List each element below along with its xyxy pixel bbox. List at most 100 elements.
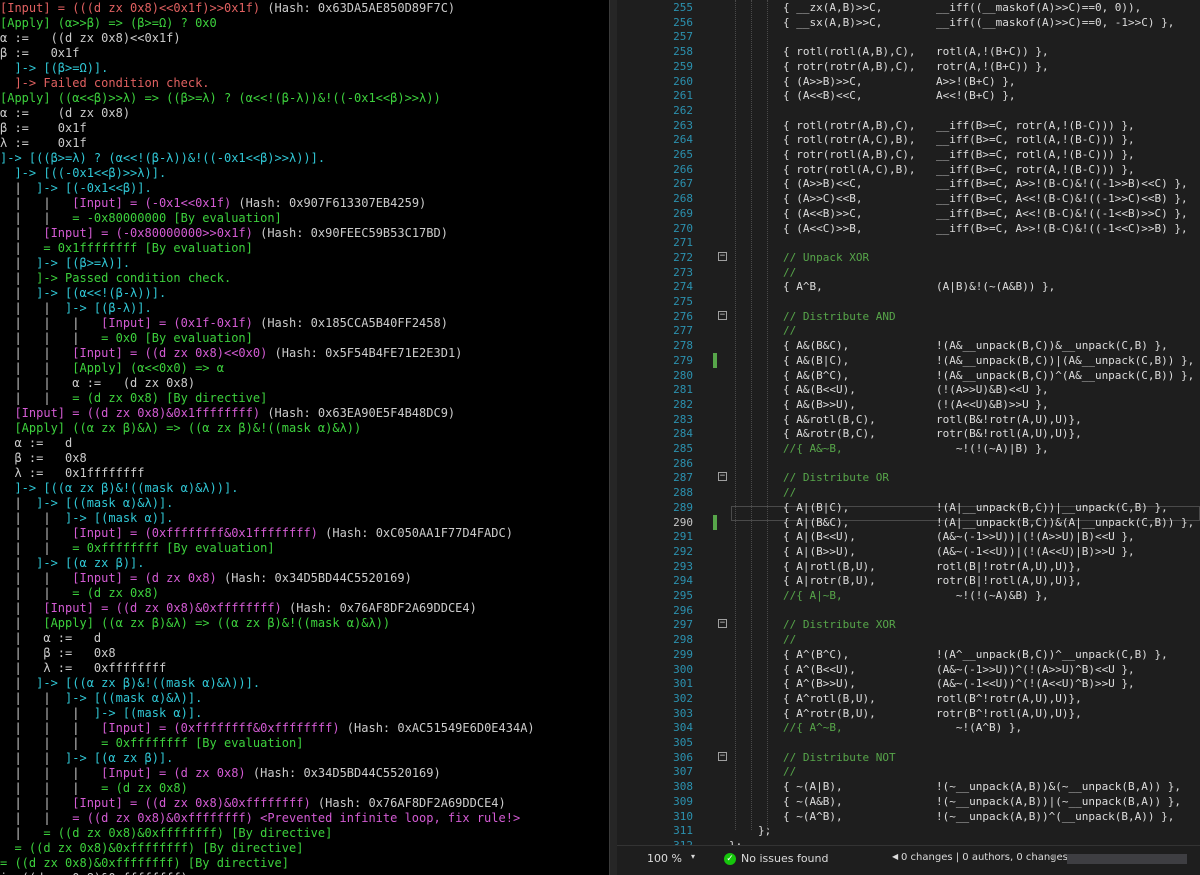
code-line[interactable]: 281 { A&(B<<U), (!(A>>U)&B)<<U }, (617, 382, 1200, 397)
code-line[interactable]: 309 { ~(A&B), !(~__unpack(A,B))|(~__unpack… (617, 794, 1200, 809)
collapse-region-icon[interactable]: − (718, 252, 727, 261)
code-line[interactable]: 310 { ~(A^B), !(~__unpack(A,B))^(__unpack(… (617, 809, 1200, 824)
code-line[interactable]: 280 { A&(B^C), !(A&__unpack(B,C))^(A&__unp… (617, 368, 1200, 383)
code-line[interactable]: 294 { A|rotr(B,U), rotr(B|!rotl(A,U),U)}, (617, 573, 1200, 588)
zoom-dropdown-icon[interactable]: ▾ (691, 852, 695, 861)
console-line: | [Input] = (-0x80000000>>0x1f) (Hash: 0… (0, 226, 448, 241)
code-text-replacement: A>>!(B+C) }, (936, 75, 1016, 88)
code-line[interactable]: 291 { A|(B<<U), (A&~(-1>>U))|(!(A>>U)|B)<<… (617, 529, 1200, 544)
console-text: | | (0, 526, 73, 540)
code-line[interactable]: 261 { (A<<B)<<C, A<<!(B+C) }, (617, 88, 1200, 103)
code-line[interactable]: 303 { A^rotr(B,U), rotr(B^!rotl(A,U),U)}, (617, 706, 1200, 721)
code-line[interactable]: 292 { A|(B>>U), (A&~(-1<<U))|(!(A<<U)|B)>>… (617, 544, 1200, 559)
code-text: { A|(B|C), (783, 501, 850, 514)
code-line[interactable]: 271 (617, 235, 1200, 250)
code-line[interactable]: 264 { rotl(rotr(A,C),B), __iff(B>=C, rotl(… (617, 132, 1200, 147)
code-line[interactable]: 260 { (A>>B)>>C, A>>!(B+C) }, (617, 74, 1200, 89)
code-line[interactable]: 287 − // Distribute OR (617, 470, 1200, 485)
console-text: (Hash: 0x907F613307EB4259) (231, 196, 427, 210)
console-text: | | | (0, 781, 102, 795)
code-line[interactable]: 269 { (A<<B)>>C, __iff(B>=C, A<<!(B-C)&!((… (617, 206, 1200, 221)
code-line[interactable]: 259 { rotr(rotr(A,B),C), rotr(A,!(B+C)) }, (617, 59, 1200, 74)
code-line[interactable]: 306 − // Distribute NOT (617, 750, 1200, 765)
code-text: { A^rotr(B,U), (783, 707, 876, 720)
code-line[interactable]: 256 { __sx(A,B)>>C, __iff((__maskof(A)>>C)… (617, 15, 1200, 30)
code-text-replacement: rotr(B|!rotl(A,U),U)}, (936, 574, 1082, 587)
code-line[interactable]: 311}; (617, 823, 1200, 838)
console-output-pane[interactable]: [Input] = (((d zx 0x8)<<0x1f)>>0x1f) (Ha… (0, 0, 609, 875)
code-line[interactable]: 275 (617, 294, 1200, 309)
code-line[interactable]: 299 { A^(B^C), !(A^__unpack(B,C))^__unpack… (617, 647, 1200, 662)
console-line: | ]-> [((mask α)&λ)]. (0, 496, 173, 511)
code-line[interactable]: 273 // (617, 265, 1200, 280)
code-line[interactable]: 288 // (617, 485, 1200, 500)
code-line[interactable]: 296 (617, 603, 1200, 618)
console-line: ]-> [((β>=λ) ? (α<<!(β-λ))&!((-0x1<<β)>>… (0, 151, 325, 166)
collapse-region-icon[interactable]: − (718, 619, 727, 628)
code-line[interactable]: 268 { (A>>C)<<B, __iff(B>=C, A<<!(B-C)&!((… (617, 191, 1200, 206)
code-line[interactable]: 258 { rotl(rotl(A,B),C), rotl(A,!(B+C)) }, (617, 44, 1200, 59)
code-text: { __zx(A,B)>>C, (783, 1, 883, 14)
code-line[interactable]: 257 (617, 29, 1200, 44)
code-line[interactable]: 263 { rotl(rotr(A,B),C), __iff(B>=C, rotr(… (617, 118, 1200, 133)
code-line[interactable]: 270 { (A<<C)>>B, __iff(B>=C, A>>!(B-C)&!((… (617, 221, 1200, 236)
code-line[interactable]: 293 { A|rotl(B,U), rotl(B|!rotr(A,U),U)}, (617, 559, 1200, 574)
git-changes-summary[interactable]: 0 changes | 0 authors, 0 changes (901, 852, 1068, 863)
code-line[interactable]: 276 − // Distribute AND (617, 309, 1200, 324)
code-line[interactable]: 282 { A&(B>>U), (!(A<<U)&B)>>U }, (617, 397, 1200, 412)
code-text: { rotl(rotr(A,C),B), (783, 133, 916, 146)
code-line[interactable]: 274 { A^B, (A|B)&!(~(A&B)) }, (617, 279, 1200, 294)
collapse-region-icon[interactable]: − (718, 752, 727, 761)
code-editor-pane[interactable]: 255 { __zx(A,B)>>C, __iff((__maskof(A)>>C)… (617, 0, 1200, 875)
collapse-region-icon[interactable]: − (718, 311, 727, 320)
code-line[interactable]: 305 (617, 735, 1200, 750)
code-text: // (783, 266, 797, 279)
code-line[interactable]: 301 { A^(B>>U), (A&~(-1<<U))^(!(A<<U)^B)>>… (617, 676, 1200, 691)
code-line[interactable]: 272 − // Unpack XOR (617, 250, 1200, 265)
console-line: | | | [Input] = (0xffffffff&0xffffffff) … (0, 721, 534, 736)
code-line[interactable]: 277 // (617, 323, 1200, 338)
code-line[interactable]: 255 { __zx(A,B)>>C, __iff((__maskof(A)>>C)… (617, 0, 1200, 15)
issues-status[interactable]: No issues found (741, 852, 828, 865)
code-line[interactable]: 307 // (617, 764, 1200, 779)
code-line[interactable]: 262 (617, 103, 1200, 118)
code-line[interactable]: 285 //{ A&~B, ~!(!(~A)|B) }, (617, 441, 1200, 456)
code-line[interactable]: 290 { A|(B&C), !(A|__unpack(B,C))&(A|__unp… (617, 515, 1200, 530)
console-text: ]-> [((α zx β)&!((mask α)&λ))]. (36, 676, 261, 690)
console-line: | ]-> [(-0x1<<β)]. (0, 181, 151, 196)
collapse-region-icon[interactable]: − (718, 472, 727, 481)
console-text: = 0xffffffff [By evaluation] (72, 541, 275, 555)
console-text: [Input] = (-0x80000000>>0x1f) (43, 226, 253, 240)
line-number: 301 (673, 677, 693, 690)
code-line[interactable]: 286 (617, 456, 1200, 471)
code-line[interactable]: 300 { A^(B<<U), (A&~(-1>>U))^(!(A>>U)^B)<<… (617, 662, 1200, 677)
code-line[interactable]: 266 { rotr(rotl(A,C),B), __iff(B>=C, rotr(… (617, 162, 1200, 177)
scroll-left-icon[interactable]: ◀ (1049, 852, 1055, 861)
previous-change-icon[interactable]: ◀ (892, 852, 898, 861)
code-line[interactable]: 295 //{ A|~B, ~!(!(~A)&B) }, (617, 588, 1200, 603)
horizontal-scrollbar-thumb[interactable] (1067, 854, 1187, 864)
zoom-level[interactable]: 100 % (647, 852, 682, 865)
code-text: { ~(A&B), (783, 795, 843, 808)
line-number: 270 (673, 222, 693, 235)
line-number: 302 (673, 692, 693, 705)
code-line[interactable]: 284 { A&rotr(B,C), rotr(B&!rotl(A,U),U)}, (617, 426, 1200, 441)
code-line[interactable]: 267 { (A>>B)<<C, __iff(B>=C, A>>!(B-C)&!((… (617, 176, 1200, 191)
check-circle-icon: ✓ (724, 853, 736, 865)
code-line[interactable]: 298 // (617, 632, 1200, 647)
code-line[interactable]: 297 − // Distribute XOR (617, 617, 1200, 632)
code-text: { A|rotr(B,U), (783, 574, 876, 587)
code-text: // Distribute XOR (783, 618, 896, 631)
console-line: | α := d (0, 631, 101, 646)
code-line[interactable]: 304 //{ A^~B, ~!(A^B) }, (617, 720, 1200, 735)
code-line[interactable]: 308 { ~(A|B), !(~__unpack(A,B))&(~__unpack… (617, 779, 1200, 794)
code-line[interactable]: 302 { A^rotl(B,U), rotl(B^!rotr(A,U),U)}, (617, 691, 1200, 706)
code-line[interactable]: 278 { A&(B&C), !(A&__unpack(B,C))&__unpack… (617, 338, 1200, 353)
code-line[interactable]: 265 { rotr(rotl(A,B),C), __iff(B>=C, rotl(… (617, 147, 1200, 162)
code-line[interactable]: 283 { A&rotl(B,C), rotl(B&!rotr(A,U),U)}, (617, 412, 1200, 427)
code-line[interactable]: 289 { A|(B|C), !(A|__unpack(B,C))|__unpack… (617, 500, 1200, 515)
line-number: 311 (673, 824, 693, 837)
code-line[interactable]: 279 { A&(B|C), !(A&__unpack(B,C))|(A&__unp… (617, 353, 1200, 368)
console-text: | | α := (d zx 0x8) (0, 376, 196, 390)
